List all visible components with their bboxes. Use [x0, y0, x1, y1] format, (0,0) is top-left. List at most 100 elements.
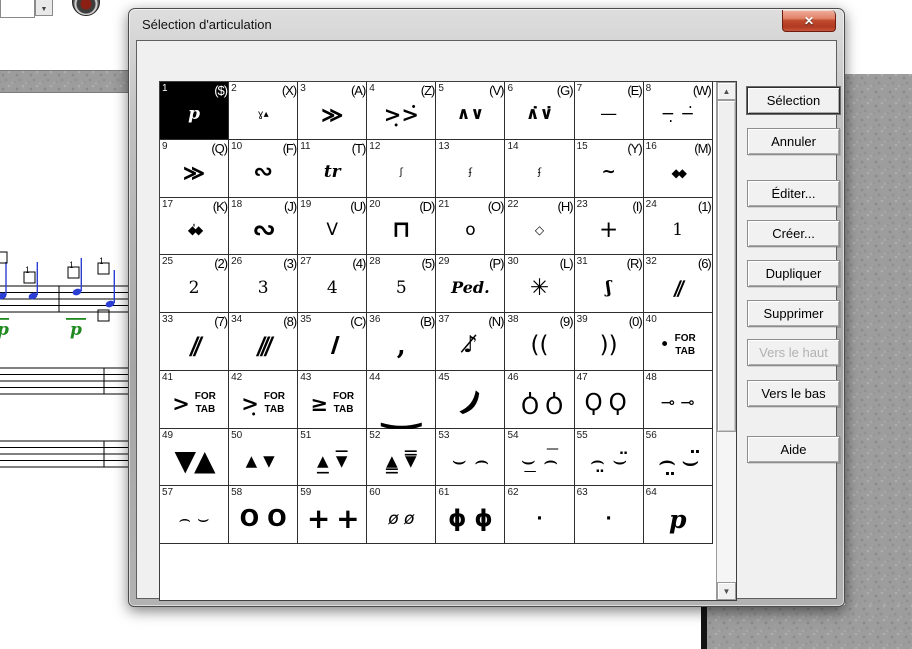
- cell-sub-label: FOR TAB: [195, 391, 216, 416]
- articulation-cell-35[interactable]: 35(C)∕∕: [298, 313, 367, 371]
- articulation-cell-47[interactable]: 47ϘϘ: [575, 371, 644, 429]
- svg-text:p: p: [0, 320, 9, 340]
- articulation-cell-49[interactable]: 49▼▲: [160, 429, 229, 487]
- close-button[interactable]: ✕: [782, 10, 836, 32]
- articulation-cell-46[interactable]: 46ϘϘ: [505, 371, 574, 429]
- combo-dropdown-button[interactable]: ▼: [35, 0, 53, 16]
- vers-le-bas-button[interactable]: Vers le bas: [747, 380, 840, 407]
- articulation-cell-58[interactable]: 58O O: [229, 486, 298, 544]
- articulation-cell-24[interactable]: 24(1)1: [644, 198, 713, 256]
- articulation-cell-3[interactable]: 3(A)≫: [298, 82, 367, 140]
- articulation-cell-45[interactable]: 45): [436, 371, 505, 429]
- articulation-cell-41[interactable]: 41>FOR TAB: [160, 371, 229, 429]
- cell-shortcut: (V): [489, 83, 503, 98]
- articulation-symbol: ▼▲: [175, 447, 214, 475]
- articulation-cell-63[interactable]: 63·: [575, 486, 644, 544]
- articulation-cell-19[interactable]: 19(U)V: [298, 198, 367, 256]
- articulation-cell-15[interactable]: 15(Y)∼: [575, 140, 644, 198]
- supprimer-button[interactable]: Supprimer: [747, 300, 840, 327]
- articulation-cell-50[interactable]: 50▴▾: [229, 429, 298, 487]
- articulation-cell-48[interactable]: 48⊸ ⊸: [644, 371, 713, 429]
- scroll-down-button[interactable]: ▼: [717, 582, 736, 600]
- articulation-cell-56[interactable]: 56⌢̤ ⌣̈: [644, 429, 713, 487]
- cell-number: 16: [646, 141, 657, 152]
- articulation-symbol: ◆̍◆: [188, 224, 200, 236]
- articulation-cell-29[interactable]: 29(P)Ped.: [436, 255, 505, 313]
- articulation-cell-13[interactable]: 13ʄ: [436, 140, 505, 198]
- editer-button[interactable]: Éditer...: [747, 180, 840, 207]
- articulation-cell-30[interactable]: 30(L)✳: [505, 255, 574, 313]
- creer-button[interactable]: Créer...: [747, 220, 840, 247]
- articulation-cell-4[interactable]: 4(Z)>̣>̇: [367, 82, 436, 140]
- articulation-cell-25[interactable]: 25(2)2: [160, 255, 229, 313]
- zoom-combo-input[interactable]: [0, 0, 35, 18]
- articulation-symbol: ◇: [535, 224, 544, 236]
- articulation-symbol: ⌢̤ ⌣̈: [590, 450, 628, 473]
- toolbar-knob-icon[interactable]: [72, 0, 100, 16]
- articulation-cell-6[interactable]: 6(G)∧̇∨̇: [505, 82, 574, 140]
- selection-button[interactable]: Sélection: [747, 87, 840, 114]
- articulation-cell-14[interactable]: 14ʄ: [505, 140, 574, 198]
- articulation-cell-31[interactable]: 31(R)ʃ: [575, 255, 644, 313]
- articulation-cell-53[interactable]: 53⌣ ⌢: [436, 429, 505, 487]
- articulation-cell-18[interactable]: 18(J)∾: [229, 198, 298, 256]
- articulation-cell-22[interactable]: 22(H)◇: [505, 198, 574, 256]
- articulation-cell-51[interactable]: 51▴̲ ▾̅: [298, 429, 367, 487]
- articulation-cell-1[interactable]: 1($)p: [160, 82, 229, 140]
- articulation-cell-52[interactable]: 52▴̳ ▾̿: [367, 429, 436, 487]
- dialog-titlebar[interactable]: Sélection d'articulation ✕: [129, 9, 844, 40]
- articulation-cell-60[interactable]: 60ø ø: [367, 486, 436, 544]
- articulation-cell-37[interactable]: 37(N)♪̸: [436, 313, 505, 371]
- articulation-cell-11[interactable]: 11(T)tr: [298, 140, 367, 198]
- articulation-cell-28[interactable]: 28(5)5: [367, 255, 436, 313]
- articulation-symbol: ∾: [252, 216, 273, 244]
- vers-le-haut-button[interactable]: Vers le haut: [747, 339, 840, 366]
- articulation-cell-61[interactable]: 61ϕ ϕ: [436, 486, 505, 544]
- dupliquer-button[interactable]: Dupliquer: [747, 260, 840, 287]
- articulation-symbol: ϘϘ: [585, 392, 633, 415]
- articulation-cell-26[interactable]: 26(3)3: [229, 255, 298, 313]
- cell-number: 64: [646, 487, 657, 498]
- articulation-cell-9[interactable]: 9(Q)≫: [160, 140, 229, 198]
- cell-number: 15: [577, 141, 588, 152]
- articulation-cell-2[interactable]: 2(X)ɣ▴: [229, 82, 298, 140]
- articulation-symbol: 2: [189, 280, 200, 297]
- articulation-cell-21[interactable]: 21(O)o: [436, 198, 505, 256]
- dynamic-marks[interactable]: p p: [0, 318, 86, 340]
- articulation-cell-7[interactable]: 7(E)—: [575, 82, 644, 140]
- articulation-cell-27[interactable]: 27(4)4: [298, 255, 367, 313]
- annuler-button[interactable]: Annuler: [747, 128, 840, 155]
- articulation-cell-36[interactable]: 36(B),: [367, 313, 436, 371]
- articulation-cell-23[interactable]: 23(I)+: [575, 198, 644, 256]
- articulation-cell-59[interactable]: 59+ +: [298, 486, 367, 544]
- cell-shortcut: (Z): [421, 83, 435, 98]
- articulation-cell-34[interactable]: 34(8)∕∕∕: [229, 313, 298, 371]
- articulation-cell-32[interactable]: 32(6)∕∕: [644, 255, 713, 313]
- articulation-cell-55[interactable]: 55⌢̤ ⌣̈: [575, 429, 644, 487]
- articulation-symbol: ⌣ ⌢: [452, 450, 490, 473]
- articulation-cell-43[interactable]: 43≥FOR TAB: [298, 371, 367, 429]
- articulation-cell-57[interactable]: 57⌢ ⌣: [160, 486, 229, 544]
- scroll-up-button[interactable]: ▲: [717, 82, 736, 100]
- articulation-cell-33[interactable]: 33(7)∕∕: [160, 313, 229, 371]
- articulation-cell-64[interactable]: 64p: [644, 486, 713, 544]
- articulation-symbol: ◆◆: [671, 167, 683, 179]
- articulation-cell-40[interactable]: 40•FOR TAB: [644, 313, 713, 371]
- vertical-scrollbar[interactable]: ▲ ▼: [716, 82, 736, 600]
- scrollbar-thumb[interactable]: [717, 100, 736, 432]
- articulation-cell-16[interactable]: 16(M)◆◆: [644, 140, 713, 198]
- aide-button[interactable]: Aide: [747, 436, 840, 463]
- cell-number: 13: [438, 141, 449, 152]
- articulation-cell-62[interactable]: 62·: [505, 486, 574, 544]
- articulation-cell-38[interactable]: 38(9)((: [505, 313, 574, 371]
- articulation-cell-42[interactable]: 42>̣FOR TAB: [229, 371, 298, 429]
- articulation-cell-44[interactable]: 44‿: [367, 371, 436, 429]
- articulation-cell-54[interactable]: 54⌣̲ ⌢̅: [505, 429, 574, 487]
- articulation-cell-10[interactable]: 10(F)∾: [229, 140, 298, 198]
- articulation-cell-39[interactable]: 39(0))): [575, 313, 644, 371]
- articulation-cell-20[interactable]: 20(D)⊓: [367, 198, 436, 256]
- articulation-cell-5[interactable]: 5(V)∧∨: [436, 82, 505, 140]
- articulation-cell-8[interactable]: 8(W)−̣ −̇: [644, 82, 713, 140]
- articulation-cell-17[interactable]: 17(K)◆̍◆: [160, 198, 229, 256]
- articulation-cell-12[interactable]: 12ʃ: [367, 140, 436, 198]
